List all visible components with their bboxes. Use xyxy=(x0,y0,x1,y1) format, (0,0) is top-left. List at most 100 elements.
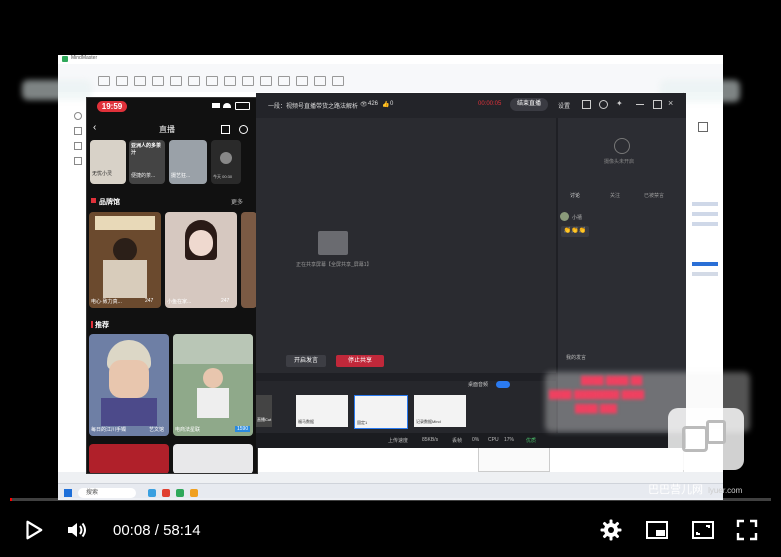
brand-card-count: 247 xyxy=(145,298,154,304)
tab-follow[interactable]: 关注 xyxy=(610,192,620,199)
recommend-card[interactable]: 每日的江川手镯 艺文馆 xyxy=(89,334,169,436)
mindmap-node[interactable] xyxy=(478,446,550,472)
likes-count: 0 xyxy=(390,101,394,107)
chat-avatar xyxy=(560,212,569,221)
source-label: 固定1 xyxy=(357,420,368,425)
toolbar-icon[interactable] xyxy=(296,76,308,86)
volume-button[interactable] xyxy=(64,517,90,543)
top-item-card[interactable]: 亚洲人的多茶汁 便捷的茶... xyxy=(129,140,165,184)
tool-icon[interactable] xyxy=(74,157,82,165)
tab-discussion[interactable]: 讨论 xyxy=(570,192,580,199)
tab-muted[interactable]: 已被禁言 xyxy=(644,192,664,199)
cpu-label: CPU xyxy=(488,437,499,443)
toolbar-icon[interactable] xyxy=(170,76,182,86)
color-swatch[interactable] xyxy=(692,202,718,206)
start-speaking-button[interactable]: 开启发言 xyxy=(286,355,326,367)
source-thumb[interactable]: 固定1 xyxy=(354,395,408,429)
toolbar-icon[interactable] xyxy=(206,76,218,86)
toolbar-icon[interactable] xyxy=(242,76,254,86)
toolbar-icon[interactable] xyxy=(314,76,326,86)
person-image xyxy=(113,238,137,262)
taskbar-app-icon[interactable] xyxy=(190,489,198,497)
toolbar-icon[interactable] xyxy=(260,76,272,86)
tool-icon[interactable] xyxy=(74,127,82,135)
color-swatch[interactable] xyxy=(692,212,718,216)
grid-icon[interactable] xyxy=(221,125,230,134)
watermark-logo xyxy=(706,420,726,444)
brand-card[interactable] xyxy=(241,212,257,308)
end-live-button[interactable]: 结束直播 xyxy=(510,98,548,111)
top-item-card[interactable]: 无忧小灵 xyxy=(90,140,126,184)
source-thumb[interactable]: 直播Cut xyxy=(256,395,272,427)
stop-share-button[interactable]: 停止共享 xyxy=(336,355,384,367)
phone-time: 19:59 xyxy=(97,101,127,112)
theater-button[interactable] xyxy=(690,517,716,543)
recommend-section-title: 推荐 xyxy=(95,322,109,329)
source-thumb[interactable]: 福马数据 xyxy=(296,395,348,427)
maximize-icon[interactable] xyxy=(653,100,662,109)
fullscreen-button[interactable] xyxy=(734,517,760,543)
app-toolbar xyxy=(58,64,723,93)
user-icon[interactable] xyxy=(239,125,248,134)
chat-username: 小禧 xyxy=(572,215,583,221)
toolbar-icon[interactable] xyxy=(116,76,128,86)
close-icon[interactable]: × xyxy=(668,98,673,108)
camera-off-icon xyxy=(614,138,630,154)
video-frame[interactable]: MindMaster 搜索 19:59 ‹ 直播 无忧小灵 亚洲人的多茶汁 便捷… xyxy=(0,0,781,500)
source-thumb[interactable]: 记录数据Mind xyxy=(414,395,466,427)
my-chat-label[interactable]: 我的发言 xyxy=(566,354,586,361)
watermark-logo xyxy=(682,426,708,452)
top-item-card[interactable]: 摄艺狂... xyxy=(169,140,207,184)
recommend-card-count: 1590 xyxy=(235,426,251,432)
top-item-label: 无忧小灵 xyxy=(92,171,113,177)
play-button[interactable] xyxy=(20,517,46,543)
desktop-audio-toggle[interactable] xyxy=(496,381,510,388)
toolbar-icon[interactable] xyxy=(188,76,200,86)
top-item-card[interactable]: 今天 00:30 xyxy=(211,140,241,184)
time-display: 00:08 / 58:14 xyxy=(113,522,201,539)
toolbar-icon[interactable] xyxy=(224,76,236,86)
toolbar-icon[interactable] xyxy=(278,76,290,86)
app-title: MindMaster xyxy=(71,55,98,61)
color-swatch[interactable] xyxy=(692,272,718,276)
windows-start-icon[interactable] xyxy=(64,489,72,497)
person-image xyxy=(109,360,149,398)
minimize-icon[interactable] xyxy=(636,104,644,105)
live-timer: 00:00:05 xyxy=(478,101,502,107)
brand-card-caption: 小鱼在家... xyxy=(167,299,192,305)
back-icon[interactable]: ‹ xyxy=(93,122,96,133)
recommend-card[interactable]: 电商法星联 1590 xyxy=(173,334,253,436)
more-link[interactable]: 更多 xyxy=(231,197,243,206)
phone-status-bar: 19:59 xyxy=(87,98,257,112)
share-screen-icon xyxy=(318,231,348,255)
top-item-label: 便捷的茶... xyxy=(131,173,156,179)
brand-card[interactable]: 小鱼在家... 247 xyxy=(165,212,237,308)
tool-icon[interactable] xyxy=(74,142,82,150)
tool-icon[interactable] xyxy=(74,112,82,120)
toolbar-icon[interactable] xyxy=(152,76,164,86)
progress-bar[interactable] xyxy=(10,498,771,501)
recommend-card[interactable] xyxy=(173,444,253,473)
pin-icon[interactable]: ✦ xyxy=(616,99,623,108)
recommend-card[interactable] xyxy=(89,444,169,473)
settings-button[interactable] xyxy=(598,517,624,543)
toolbar-icon[interactable] xyxy=(134,76,146,86)
brand-card[interactable]: 电心·致力真... 247 xyxy=(89,212,161,308)
brand-section-title: 品牌馆 xyxy=(99,199,120,206)
watermark-domain: lyuer.com xyxy=(708,486,743,495)
expand-icon[interactable] xyxy=(698,122,708,132)
toolbar-icon[interactable] xyxy=(332,76,344,86)
top-item-label: 今天 00:30 xyxy=(213,174,233,179)
taskbar-app-icon[interactable] xyxy=(176,489,184,497)
color-swatch[interactable] xyxy=(692,222,718,226)
blurred-overlay xyxy=(22,80,92,100)
taskbar-search[interactable]: 搜索 xyxy=(78,488,136,498)
taskbar-app-icon[interactable] xyxy=(162,489,170,497)
settings-menu[interactable]: 设置 xyxy=(558,101,570,110)
edit-icon[interactable] xyxy=(582,100,591,109)
color-swatch[interactable] xyxy=(692,262,718,266)
toolbar-icon[interactable] xyxy=(98,76,110,86)
gear-icon[interactable] xyxy=(599,100,608,109)
taskbar-app-icon[interactable] xyxy=(148,489,156,497)
miniplayer-button[interactable] xyxy=(644,517,670,543)
